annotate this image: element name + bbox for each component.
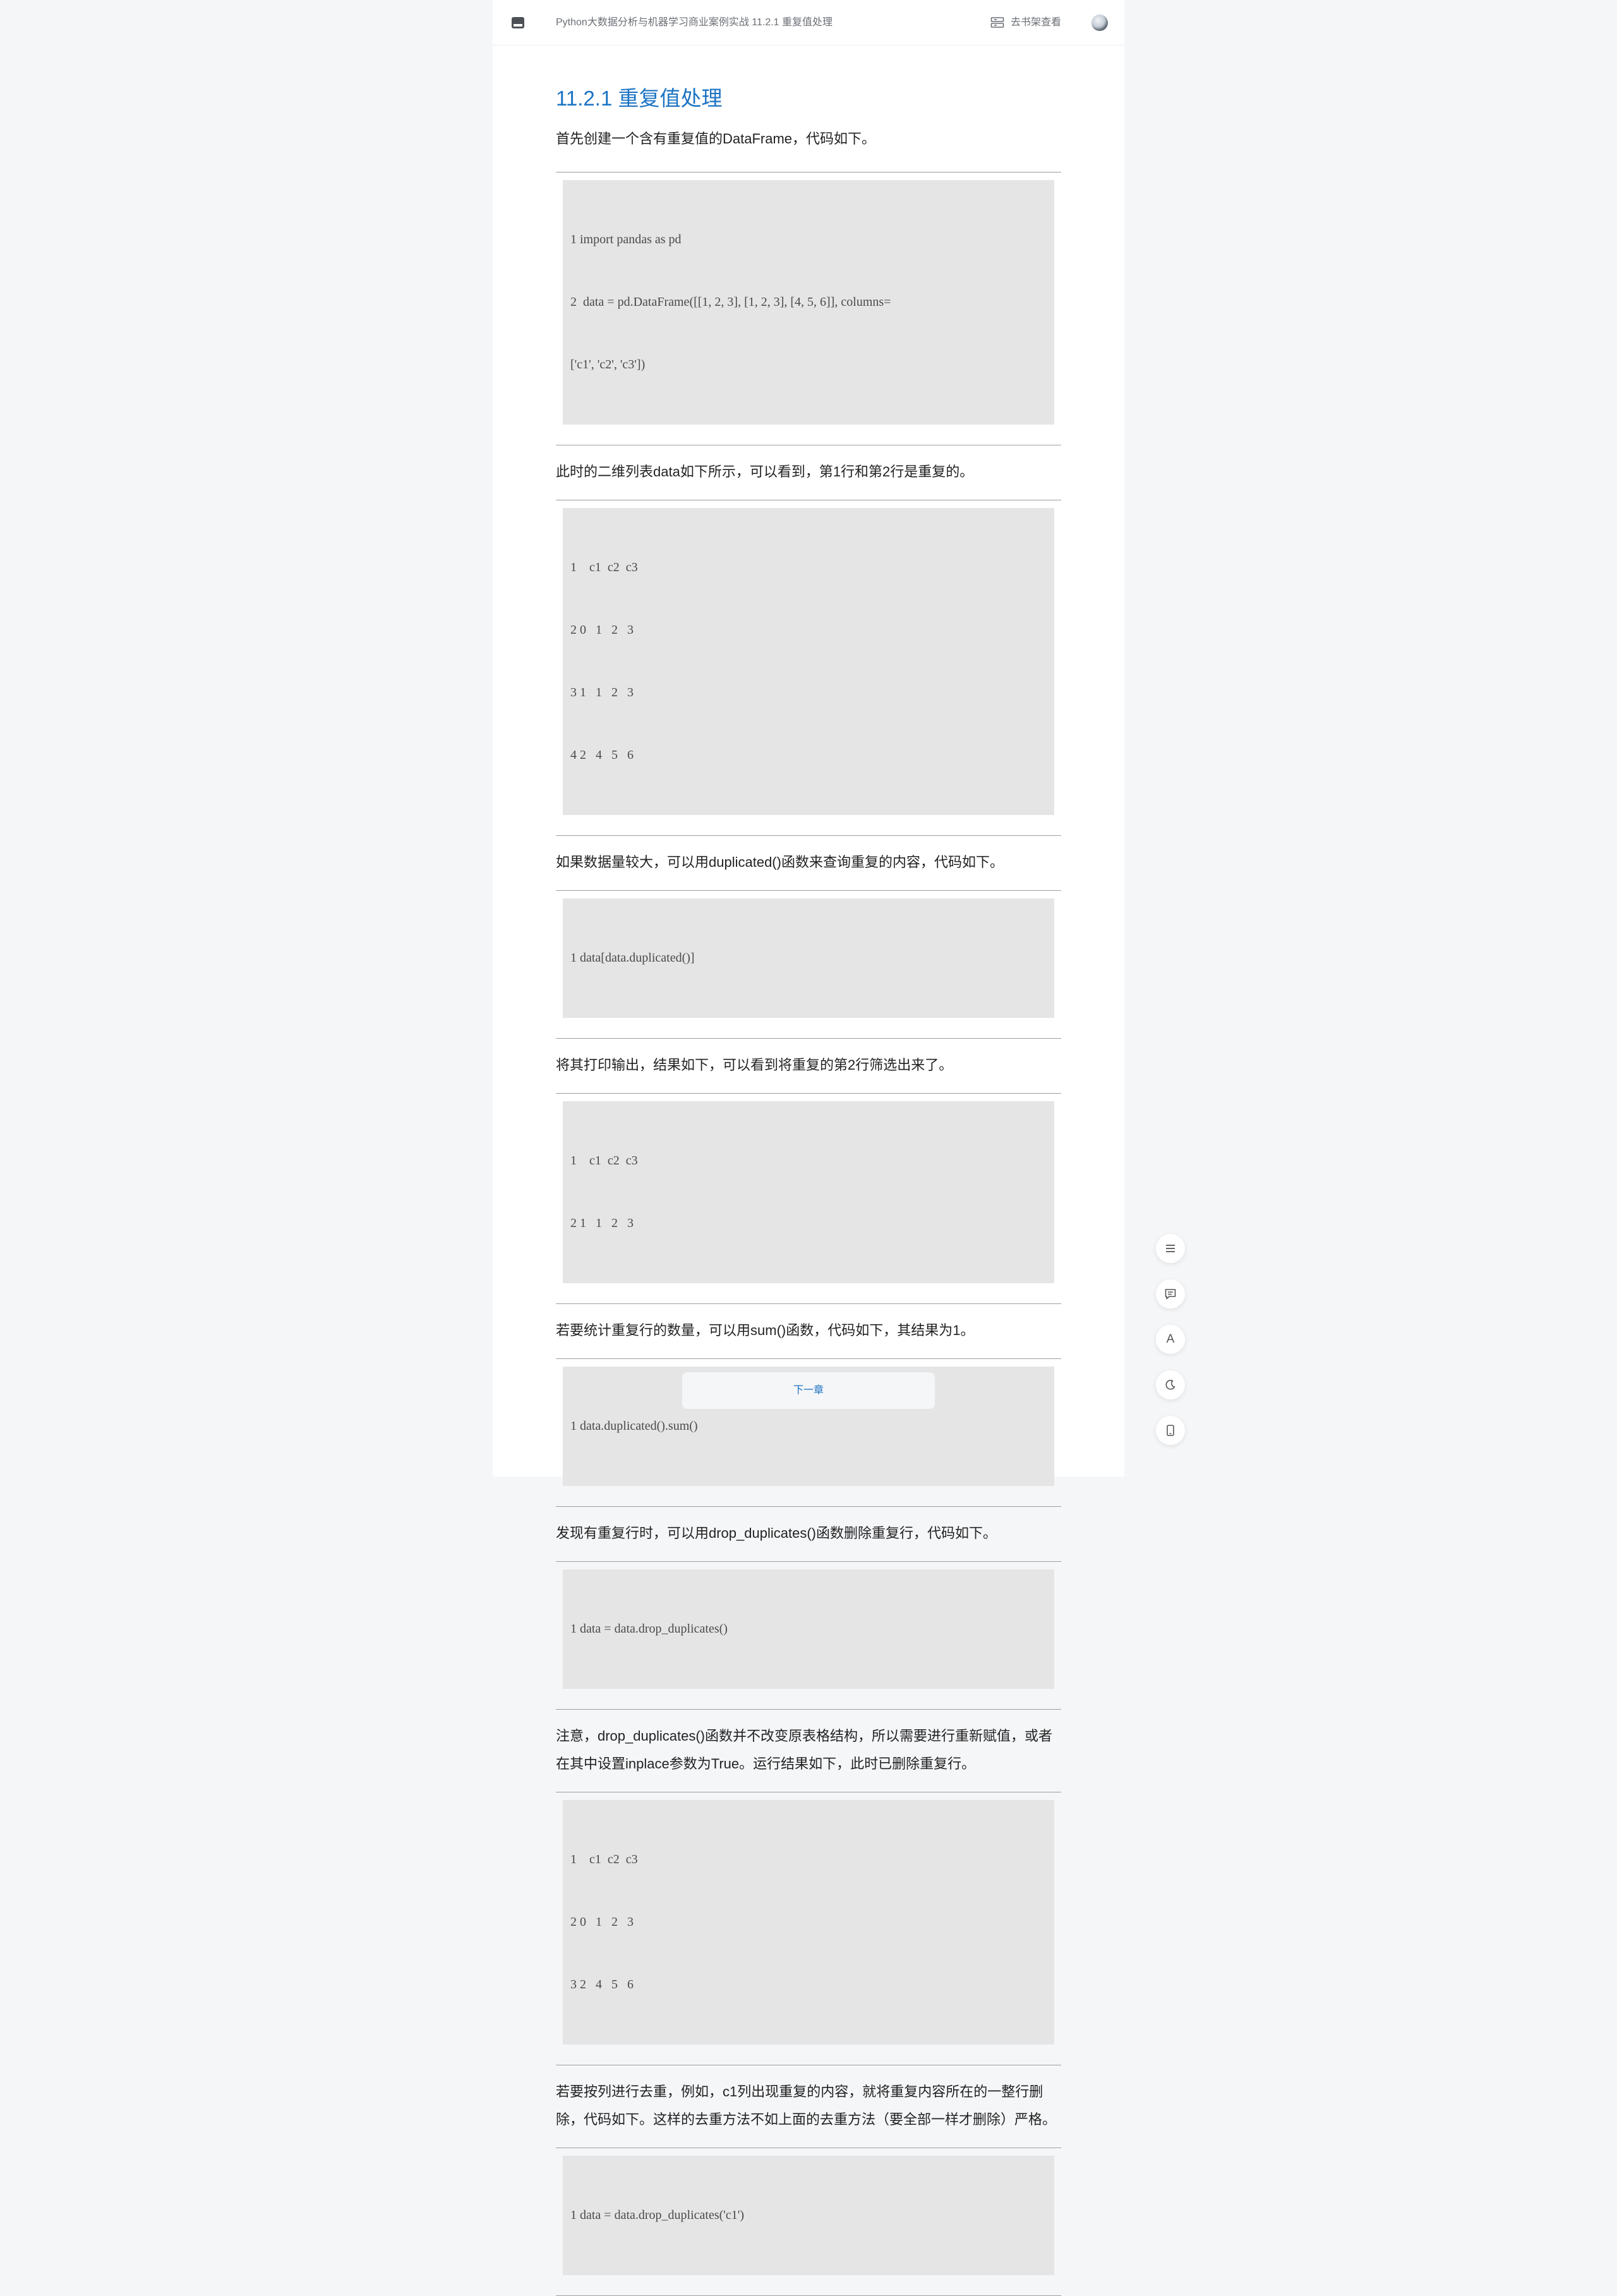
list-icon xyxy=(1166,1245,1175,1252)
code-line: 1 data.duplicated().sum() xyxy=(570,1419,698,1433)
paragraph: 若要统计重复行的数量，可以用sum()函数，代码如下，其结果为1。 xyxy=(556,1322,975,1338)
article-content: 11.2.1 重复值处理 首先创建一个含有重复值的DataFrame，代码如下。… xyxy=(556,81,1061,2296)
code-line: 1 import pandas as pd xyxy=(570,233,682,246)
code-block: 1 import pandas as pd 2 data = pd.DataFr… xyxy=(556,172,1061,445)
moon-icon xyxy=(1165,1380,1175,1390)
code-line: 1 c1 c2 c3 xyxy=(570,1154,638,1168)
code-box: 1 import pandas as pd 2 data = pd.DataFr… xyxy=(563,180,1054,425)
font-settings-button[interactable]: A xyxy=(1156,1325,1185,1354)
code-line: ['c1', 'c2', 'c3']) xyxy=(570,358,646,372)
catalog-button[interactable] xyxy=(1156,1234,1185,1263)
code-box: 1 data = data.drop_duplicates() xyxy=(563,1569,1054,1689)
top-bar: Python大数据分析与机器学习商业案例实战 11.2.1 重复值处理 去书架查… xyxy=(493,0,1124,45)
code-line: 2 data = pd.DataFrame([[1, 2, 3], [1, 2,… xyxy=(570,295,891,309)
code-block: 1 c1 c2 c3 2 0 1 2 3 3 2 4 5 6 xyxy=(556,1792,1061,2065)
code-block: 1 c1 c2 c3 2 1 1 2 3 xyxy=(556,1093,1061,1304)
code-line: 1 c1 c2 c3 xyxy=(570,1852,638,1866)
paragraph: 发现有重复行时，可以用drop_duplicates()函数删除重复行，代码如下… xyxy=(556,1525,997,1541)
paragraph: 将其打印输出，结果如下，可以看到将重复的第2行筛选出来了。 xyxy=(556,1057,953,1073)
section-heading: 11.2.1 重复值处理 xyxy=(556,87,723,110)
reader-page: Python大数据分析与机器学习商业案例实战 11.2.1 重复值处理 去书架查… xyxy=(493,0,1124,2296)
code-line: 2 1 1 2 3 xyxy=(570,1216,634,1230)
code-line: 1 data[data.duplicated()] xyxy=(570,951,695,965)
font-icon: A xyxy=(1166,1332,1175,1346)
paragraph: 如果数据量较大，可以用duplicated()函数来查询重复的内容，代码如下。 xyxy=(556,854,1004,870)
code-box: 1 c1 c2 c3 2 0 1 2 3 3 1 1 2 3 4 2 4 5 6 xyxy=(563,508,1054,815)
code-line: 2 0 1 2 3 xyxy=(570,1915,634,1929)
comment-button[interactable] xyxy=(1156,1279,1185,1308)
code-line: 2 0 1 2 3 xyxy=(570,623,634,637)
mobile-reading-button[interactable] xyxy=(1156,1416,1185,1445)
code-block: 1 c1 c2 c3 2 0 1 2 3 3 1 1 2 3 4 2 4 5 6 xyxy=(556,500,1061,836)
bookshelf-icon xyxy=(990,17,1004,28)
next-chapter-button[interactable]: 下一章 xyxy=(682,1372,935,1409)
avatar[interactable] xyxy=(1091,15,1108,31)
dark-mode-button[interactable] xyxy=(1156,1370,1185,1399)
code-box: 1 c1 c2 c3 2 1 1 2 3 xyxy=(563,1101,1054,1283)
code-line: 3 1 1 2 3 xyxy=(570,686,634,699)
comment-icon xyxy=(1165,1289,1176,1300)
code-line: 1 data = data.drop_duplicates('c1') xyxy=(570,2208,745,2222)
code-block: 1 data = data.drop_duplicates() xyxy=(556,1561,1061,1710)
code-line: 1 data = data.drop_duplicates() xyxy=(570,1622,728,1636)
code-box: 1 data[data.duplicated()] xyxy=(563,898,1054,1018)
code-block: 1 data = data.drop_duplicates('c1') xyxy=(556,2148,1061,2296)
paragraph: 若要按列进行去重，例如，c1列出现重复的内容，就将重复内容所在的一整行删除，代码… xyxy=(556,2084,1057,2127)
code-box: 1 c1 c2 c3 2 0 1 2 3 3 2 4 5 6 xyxy=(563,1800,1054,2045)
code-line: 3 2 4 5 6 xyxy=(570,1978,634,1991)
paragraph: 注意，drop_duplicates()函数并不改变原表格结构，所以需要进行重新… xyxy=(556,1728,1052,1772)
code-block: 1 data[data.duplicated()] xyxy=(556,890,1061,1039)
phone-icon xyxy=(1167,1425,1174,1436)
code-line: 4 2 4 5 6 xyxy=(570,748,634,762)
code-line: 1 c1 c2 c3 xyxy=(570,560,638,574)
catalog-icon[interactable] xyxy=(512,17,524,28)
paragraph: 首先创建一个含有重复值的DataFrame，代码如下。 xyxy=(556,131,876,147)
shelf-link[interactable]: 去书架查看 xyxy=(990,14,1061,32)
paragraph: 此时的二维列表data如下所示，可以看到，第1行和第2行是重复的。 xyxy=(556,464,974,480)
code-box: 1 data = data.drop_duplicates('c1') xyxy=(563,2156,1054,2275)
book-title: Python大数据分析与机器学习商业案例实战 11.2.1 重复值处理 xyxy=(556,17,833,28)
